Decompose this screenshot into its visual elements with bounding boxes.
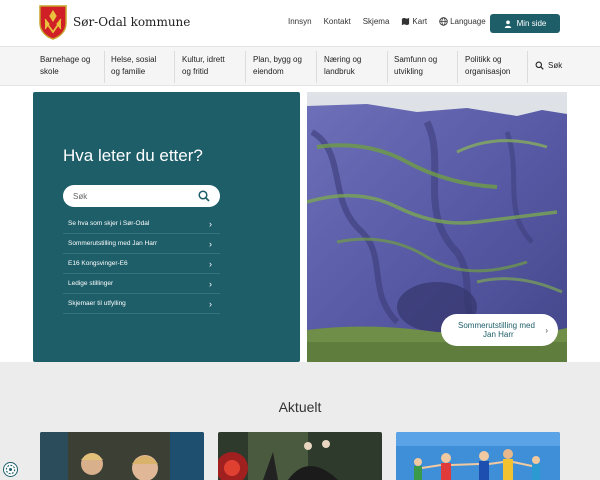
- aktuelt-title: Aktuelt: [278, 399, 322, 415]
- link-innsyn[interactable]: Innsyn: [288, 17, 312, 26]
- hero-title: Hva leter du etter?: [63, 146, 203, 165]
- user-icon: [504, 20, 511, 28]
- chevron-right-icon: ›: [545, 326, 548, 335]
- accessibility-icon[interactable]: [3, 462, 18, 477]
- quick-link[interactable]: Sommerutstilling med Jan Harr ›: [63, 234, 220, 254]
- link-kontakt[interactable]: Kontakt: [324, 17, 351, 26]
- chevron-right-icon: ›: [209, 298, 212, 309]
- nav-item-samfunn[interactable]: Samfunn og utvikling: [394, 54, 437, 78]
- nav-line: organisasjon: [465, 67, 511, 76]
- nav-divider: [245, 51, 246, 83]
- quick-link-label: Skjemaer til utfylling: [68, 300, 126, 307]
- quick-links: Se hva som skjer i Sør-Odal › Sommerutsti…: [63, 214, 220, 314]
- nav-line: Barnehage og: [40, 55, 91, 64]
- hero-search-input[interactable]: [73, 189, 193, 203]
- hero-panel: Hva leter du etter? Se hva som skjer i S…: [33, 92, 300, 362]
- quick-link-label: Sommerutstilling med Jan Harr: [68, 240, 158, 247]
- nav-line: utvikling: [394, 67, 423, 76]
- nav-line: Helse, sosial: [111, 55, 157, 64]
- quick-link[interactable]: Se hva som skjer i Sør-Odal ›: [63, 214, 220, 234]
- news-card[interactable]: [40, 432, 204, 480]
- nav-line: Plan, bygg og: [253, 55, 302, 64]
- nav-item-naering[interactable]: Næring og landbruk: [324, 54, 361, 78]
- link-kart-label: Kart: [412, 17, 428, 26]
- news-card[interactable]: [218, 432, 382, 480]
- site-title[interactable]: Sør-Odal kommune: [73, 15, 190, 29]
- quick-link[interactable]: Skjemaer til utfylling ›: [63, 294, 220, 314]
- news-card-image: [396, 432, 560, 480]
- search-icon: [535, 61, 544, 70]
- chevron-right-icon: ›: [209, 238, 212, 249]
- nav-line: eiendom: [253, 67, 284, 76]
- news-card[interactable]: [396, 432, 560, 480]
- nav-divider: [104, 51, 105, 83]
- nav-divider: [457, 51, 458, 83]
- nav-item-politikk[interactable]: Politikk og organisasjon: [465, 54, 510, 78]
- nav-divider: [316, 51, 317, 83]
- site-header: Sør-Odal kommune Innsyn Kontakt Skjema K…: [0, 0, 600, 46]
- link-language[interactable]: Language: [439, 17, 486, 26]
- chevron-right-icon: ›: [209, 258, 212, 269]
- caption-line: Jan Harr: [483, 330, 514, 339]
- link-skjema[interactable]: Skjema: [363, 17, 390, 26]
- link-kart[interactable]: Kart: [401, 17, 427, 26]
- quick-link[interactable]: Ledige stillinger ›: [63, 274, 220, 294]
- nav-line: og familie: [111, 67, 146, 76]
- quick-link-label: Ledige stillinger: [68, 280, 114, 287]
- coat-of-arms-logo[interactable]: [39, 5, 67, 40]
- quick-link-label: Se hva som skjer i Sør-Odal: [68, 220, 150, 227]
- nav-line: skole: [40, 67, 59, 76]
- nav-item-plan[interactable]: Plan, bygg og eiendom: [253, 54, 302, 78]
- nav-divider: [527, 51, 528, 83]
- nav-line: Kultur, idrett: [182, 55, 225, 64]
- hero-search-box: [63, 185, 220, 207]
- nav-line: landbruk: [324, 67, 355, 76]
- caption-line: Sommerutstilling med: [458, 321, 535, 330]
- nav-search-button[interactable]: Søk: [535, 61, 562, 70]
- nav-item-kultur[interactable]: Kultur, idrett og fritid: [182, 54, 225, 78]
- nav-line: Politikk og: [465, 55, 502, 64]
- nav-line: og fritid: [182, 67, 209, 76]
- hero-caption-link[interactable]: Sommerutstilling med Jan Harr ›: [441, 314, 558, 346]
- min-side-button[interactable]: Min side: [490, 14, 560, 33]
- news-card-image: [218, 432, 382, 480]
- category-nav: Barnehage og skole Helse, sosial og famili…: [0, 46, 600, 86]
- nav-item-helse[interactable]: Helse, sosial og familie: [111, 54, 156, 78]
- min-side-label: Min side: [516, 19, 547, 28]
- quick-link[interactable]: E16 Kongsvinger-E6 ›: [63, 254, 220, 274]
- hero-image[interactable]: Sommerutstilling med Jan Harr ›: [307, 92, 567, 362]
- nav-search-label: Søk: [548, 61, 563, 70]
- nav-line: Næring og: [324, 55, 362, 64]
- nav-line: Samfunn og: [394, 55, 438, 64]
- nav-item-barnehage[interactable]: Barnehage og skole: [40, 54, 90, 78]
- nav-divider: [174, 51, 175, 83]
- globe-icon: [439, 17, 448, 26]
- top-links: Innsyn Kontakt Skjema Kart Language: [288, 17, 498, 26]
- nav-divider: [387, 51, 388, 83]
- chevron-right-icon: ›: [209, 218, 212, 229]
- news-card-image: [40, 432, 204, 480]
- link-language-label: Language: [450, 17, 486, 26]
- search-icon[interactable]: [198, 190, 210, 202]
- quick-link-label: E16 Kongsvinger-E6: [68, 260, 128, 267]
- chevron-right-icon: ›: [209, 278, 212, 289]
- map-icon: [402, 17, 410, 26]
